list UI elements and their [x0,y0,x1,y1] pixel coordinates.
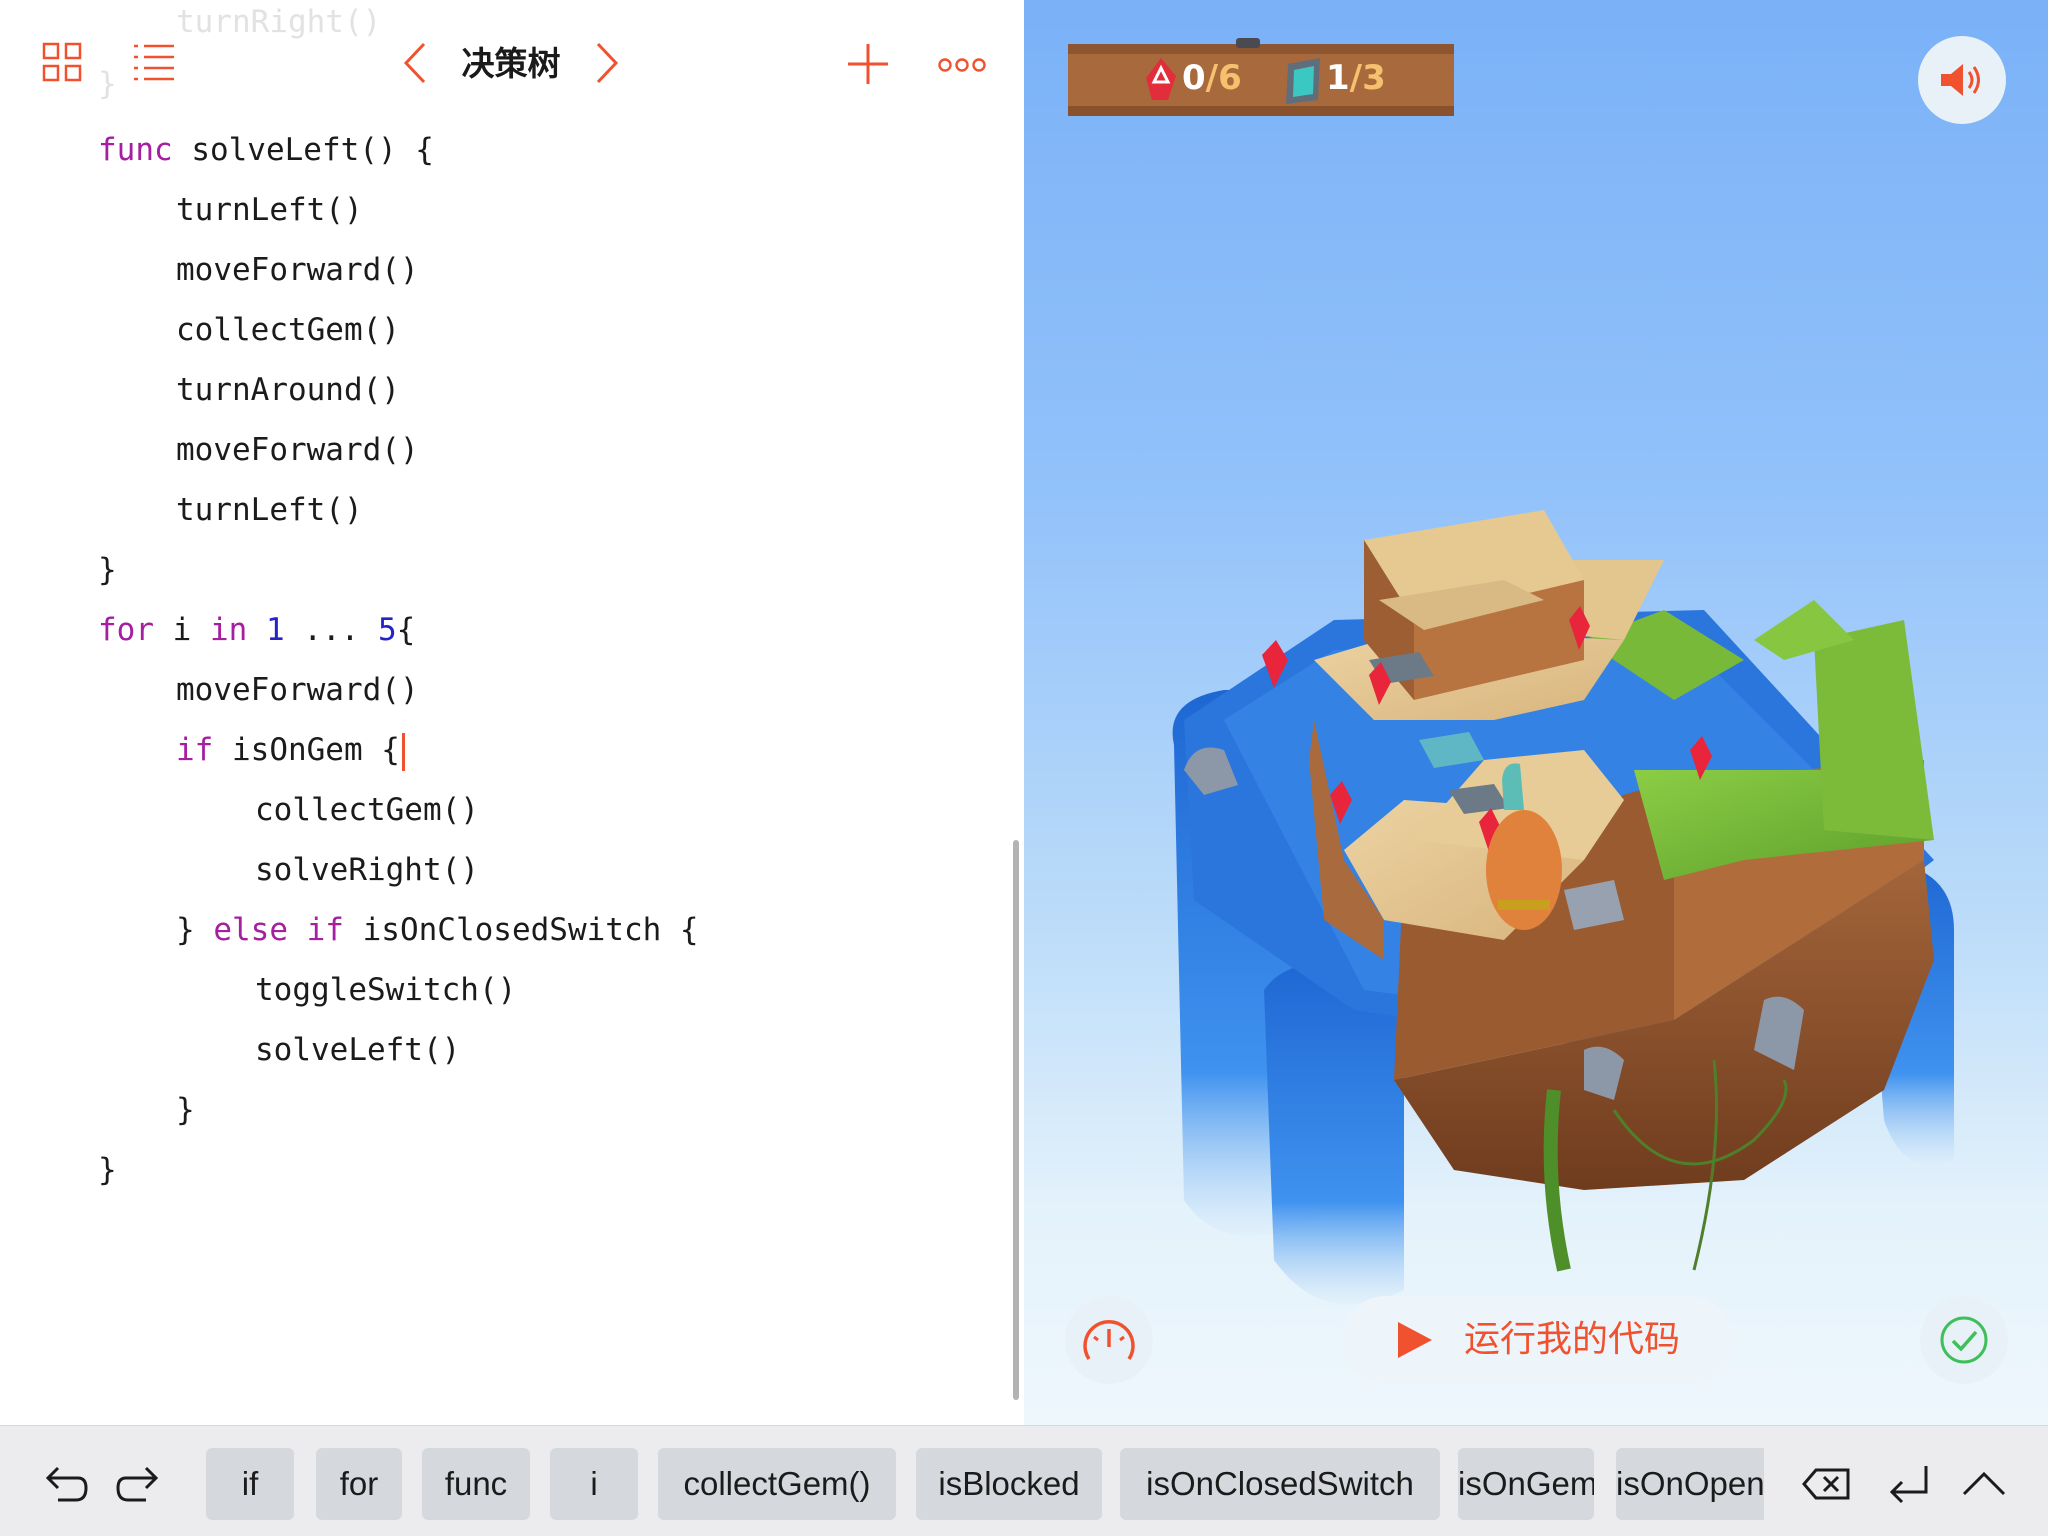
score-sign: 0/6 1/3 [1066,38,1458,120]
chevron-right-icon[interactable] [592,40,622,86]
code-line[interactable]: turnAround() [176,360,400,420]
delete-icon[interactable] [1800,1458,1852,1510]
page-title: 决策树 [461,44,561,83]
code-line[interactable]: collectGem() [176,300,400,360]
code-text: solveLeft() [255,1032,461,1068]
shortcut-chip[interactable]: i [550,1448,638,1520]
code-editor[interactable]: turnRight() } 决策树 func solveLeft() { turn… [0,0,1024,1425]
code-text: toggleSwitch() [255,972,517,1008]
wooden-sign [1068,38,1454,116]
code-keyword: else if [213,912,344,948]
switch-icon [1286,58,1320,104]
code-line[interactable]: toggleSwitch() [255,960,516,1020]
code-text: moveForward() [176,672,419,708]
list-icon[interactable] [132,42,176,82]
code-text: turnAround() [176,372,400,408]
return-icon[interactable] [1882,1458,1934,1510]
code-line[interactable]: } [176,1080,195,1140]
code-line[interactable]: moveForward() [176,420,419,480]
play-icon [1398,1322,1432,1358]
code-keyword: in [210,612,248,648]
code-number: 5 [378,612,397,648]
code-line[interactable]: collectGem() [255,780,479,840]
code-text: } [176,912,214,948]
code-text: ... [284,612,378,648]
code-line[interactable]: } else if isOnClosedSwitch { [176,900,699,960]
code-line[interactable]: turnLeft() [176,480,363,540]
code-line[interactable]: solveRight() [255,840,479,900]
shortcut-bar: if for func i collectGem() isBlocked isOnClose… [0,1425,2048,1536]
code-text: i [154,612,210,648]
gem-icon [1146,58,1176,100]
redo-icon[interactable] [114,1458,166,1510]
speed-button[interactable] [1065,1296,1153,1384]
checkmark-icon [1940,1316,1988,1364]
code-text: turnLeft() [176,492,363,528]
code-line[interactable]: moveForward() [176,660,419,720]
code-keyword: func [98,132,173,168]
code-text: collectGem() [176,312,400,348]
goal-button[interactable] [1920,1296,2008,1384]
scrolled-code-brace: } [98,66,117,102]
code-text: collectGem() [255,792,479,828]
shortcut-chip[interactable]: isOnGem [1458,1448,1594,1520]
plus-icon[interactable] [846,42,890,86]
shortcut-chip[interactable]: isOnClosedSwitch [1120,1448,1440,1520]
grid-icon[interactable] [42,42,82,82]
code-keyword: if [176,732,214,768]
speaker-icon [1941,64,1980,96]
code-line[interactable]: moveForward() [176,240,419,300]
code-text: solveLeft() { [172,132,434,168]
code-line[interactable]: } [98,540,117,600]
code-text: } [98,552,117,588]
run-code-label: 运行我的代码 [1464,1319,1681,1360]
scrolled-code-line: turnRight() [176,4,382,40]
code-text: isOnClosedSwitch { [343,912,699,948]
code-line[interactable]: for i in 1 ... 5{ [98,600,415,660]
code-line[interactable]: func solveLeft() { [98,120,434,180]
code-text: { [396,612,416,648]
code-text: moveForward() [176,432,419,468]
run-code-button[interactable]: 运行我的代码 [1342,1296,1732,1384]
shortcut-chip[interactable]: for [316,1448,402,1520]
shortcut-chip[interactable]: func [422,1448,530,1520]
puzzle-world-scene [1172,510,1954,1305]
code-line[interactable]: solveLeft() [255,1020,460,1080]
shortcut-chip[interactable]: if [206,1448,294,1520]
code-number: 1 [266,612,285,648]
code-line[interactable]: if isOnGem { [176,720,405,780]
code-keyword: for [98,612,154,648]
code-text: } [176,1092,195,1128]
code-text: turnLeft() [176,192,363,228]
chevron-left-icon[interactable] [400,40,430,86]
text-cursor [401,732,405,771]
speedometer-icon [1083,1319,1135,1360]
undo-icon[interactable] [38,1458,90,1510]
switch-score: 1/3 [1326,58,1386,98]
code-text: solveRight() [255,852,479,888]
live-view: 0/6 1/3 运行我的代码 [1024,0,2048,1425]
shortcut-chips: if for func i collectGem() isBlocked isOnClose… [206,1448,1764,1522]
code-text: moveForward() [176,252,419,288]
code-text: isOnGem { [213,732,400,768]
more-icon[interactable] [938,54,986,76]
editor-scrollbar[interactable] [1013,840,1019,1400]
shortcut-chip[interactable]: collectGem() [658,1448,896,1520]
code-line[interactable]: turnLeft() [176,180,363,240]
chevron-up-icon[interactable] [1958,1458,2010,1510]
sound-button[interactable] [1918,36,2006,124]
gem-score: 0/6 [1182,58,1242,98]
shortcut-chip[interactable]: isOnOpenSwitch [1616,1448,1764,1520]
shortcut-chip[interactable]: isBlocked [916,1448,1102,1520]
code-text: } [98,1152,117,1188]
code-line[interactable]: } [98,1140,117,1200]
